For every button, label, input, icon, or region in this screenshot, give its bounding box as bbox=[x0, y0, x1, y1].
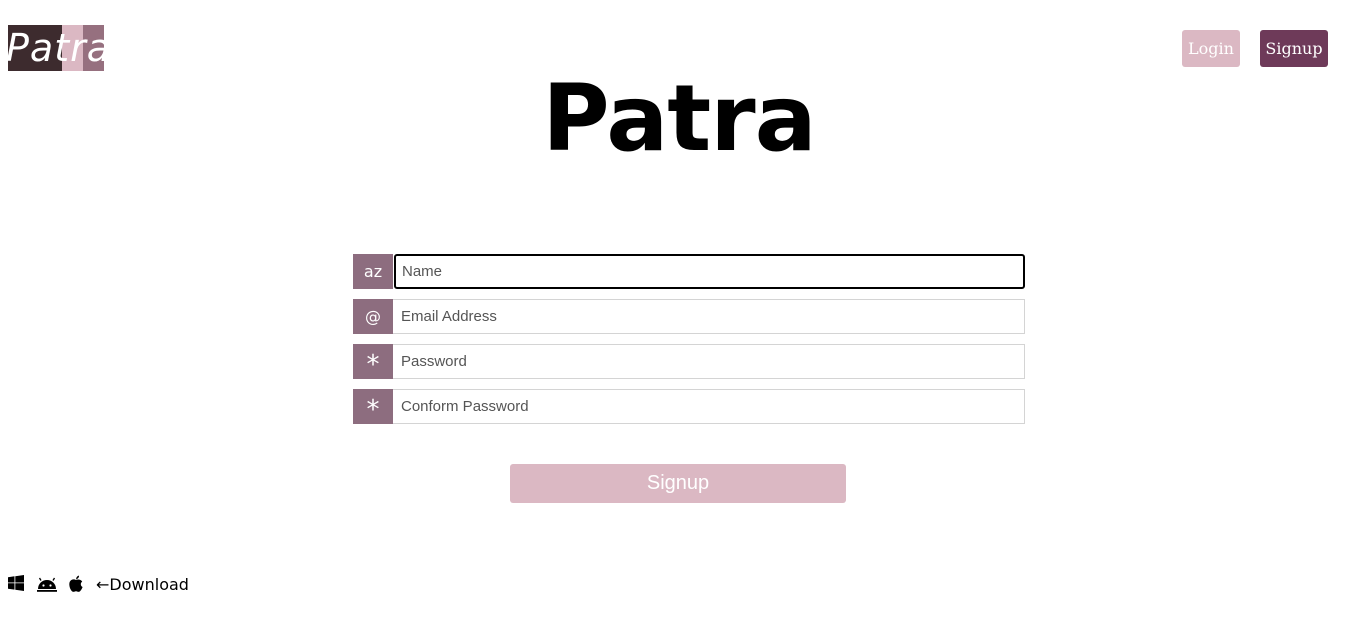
windows-icon[interactable] bbox=[8, 575, 26, 593]
signup-nav-button[interactable]: Signup bbox=[1260, 30, 1328, 67]
password-addon: * bbox=[353, 344, 393, 380]
name-input[interactable] bbox=[394, 254, 1025, 289]
name-addon: az bbox=[353, 254, 393, 289]
confirm-password-row: * bbox=[353, 389, 1025, 425]
password-row: * bbox=[353, 344, 1025, 380]
email-input[interactable] bbox=[393, 299, 1025, 334]
email-row: @ bbox=[353, 299, 1025, 334]
confirm-password-input[interactable] bbox=[393, 389, 1025, 424]
apple-icon[interactable] bbox=[68, 575, 86, 593]
password-input[interactable] bbox=[393, 344, 1025, 379]
name-row: az bbox=[353, 254, 1025, 289]
login-button[interactable]: Login bbox=[1182, 30, 1240, 67]
download-bar: ←Download bbox=[8, 572, 189, 596]
android-icon[interactable] bbox=[36, 575, 58, 593]
page-title: Patra bbox=[542, 65, 816, 172]
signup-form: az @ * * bbox=[353, 254, 1025, 434]
signup-submit-button[interactable]: Signup bbox=[510, 464, 846, 503]
download-link[interactable]: ←Download bbox=[96, 575, 189, 594]
confirm-password-addon: * bbox=[353, 389, 393, 425]
email-addon: @ bbox=[353, 299, 393, 334]
